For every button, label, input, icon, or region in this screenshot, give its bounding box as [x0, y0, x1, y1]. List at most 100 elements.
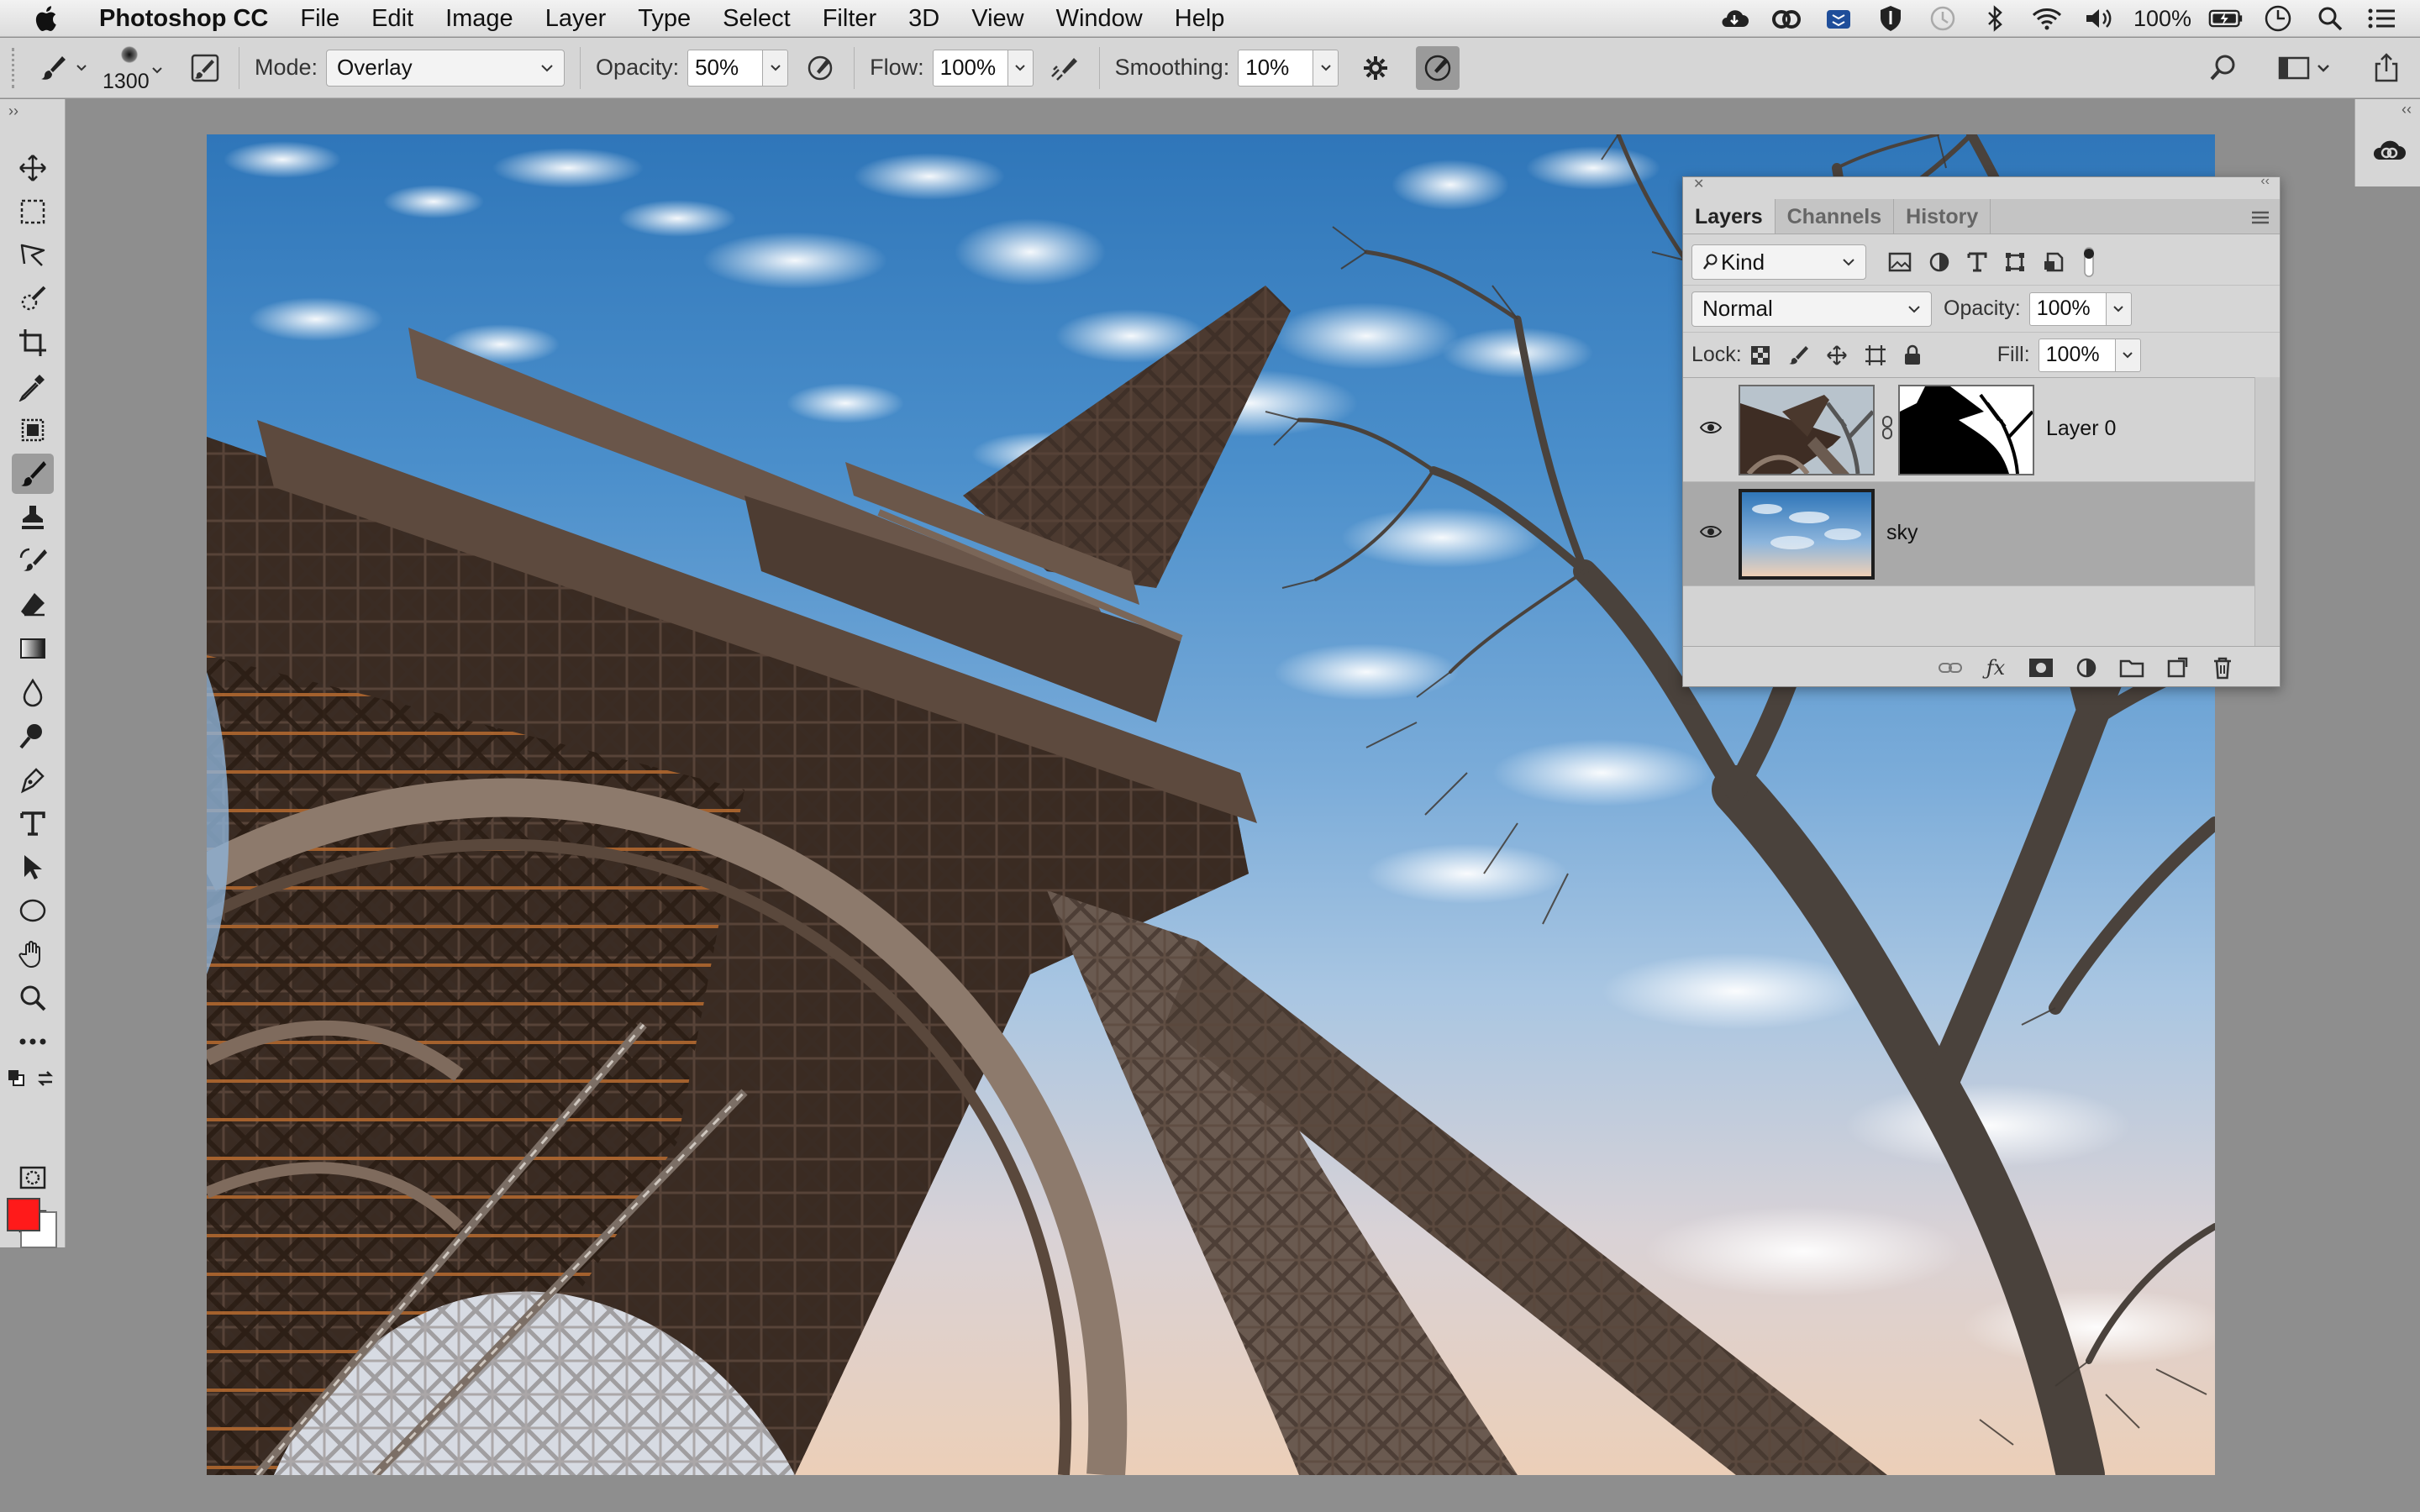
- share-icon[interactable]: [2368, 50, 2405, 87]
- tab-channels[interactable]: Channels: [1776, 199, 1895, 234]
- lasso-tool[interactable]: [12, 235, 54, 276]
- new-layer-icon[interactable]: [2164, 654, 2191, 681]
- layer-row-layer-0[interactable]: Layer 0: [1683, 378, 2254, 482]
- search-icon[interactable]: [2205, 50, 2242, 87]
- default-colors-icon[interactable]: [7, 1068, 25, 1087]
- menu-view[interactable]: View: [955, 0, 1039, 37]
- clock-icon[interactable]: [2260, 3, 2296, 34]
- eraser-tool[interactable]: [12, 585, 54, 625]
- expand-tools-icon[interactable]: ››: [8, 102, 18, 120]
- layer-row-sky[interactable]: sky: [1683, 482, 2254, 586]
- fill-slider-button[interactable]: [2115, 338, 2141, 372]
- spot-healing-brush-tool[interactable]: [12, 410, 54, 450]
- visibility-eye-icon[interactable]: [1700, 524, 1722, 539]
- lock-position-icon[interactable]: [1826, 344, 1848, 366]
- smoothing-input[interactable]: 10%: [1238, 49, 1314, 87]
- ellipse-tool[interactable]: [12, 890, 54, 931]
- layer-filter-kind-select[interactable]: Kind: [1691, 244, 1866, 280]
- opacity-input[interactable]: 50%: [687, 49, 764, 87]
- workspace-switcher-icon[interactable]: [2275, 50, 2334, 87]
- lock-image-pixels-icon[interactable]: [1787, 344, 1809, 366]
- menu-file[interactable]: File: [284, 0, 355, 37]
- cloud-sync-icon[interactable]: [1717, 3, 1752, 34]
- layer-name[interactable]: Layer 0: [2046, 417, 2116, 441]
- notification-center-icon[interactable]: [2365, 3, 2400, 34]
- brush-tool-preset-icon[interactable]: [35, 50, 72, 87]
- eyedropper-tool[interactable]: [12, 366, 54, 407]
- clone-stamp-tool[interactable]: [12, 497, 54, 538]
- blur-tool[interactable]: [12, 672, 54, 712]
- apple-menu-icon[interactable]: [30, 2, 64, 35]
- layer-opacity-input[interactable]: 100%: [2028, 291, 2107, 326]
- move-tool[interactable]: [12, 148, 54, 188]
- tab-history[interactable]: History: [1894, 199, 1991, 234]
- swap-colors-icon[interactable]: [35, 1068, 55, 1089]
- layer-name[interactable]: sky: [1886, 521, 1918, 545]
- smoothing-options-gear-icon[interactable]: [1357, 50, 1394, 87]
- mask-link-chain-icon[interactable]: [1881, 415, 1893, 440]
- pressure-opacity-icon[interactable]: [802, 50, 839, 87]
- collapse-panel-icon[interactable]: ‹‹: [2260, 174, 2270, 189]
- time-machine-icon[interactable]: [1925, 3, 1960, 34]
- gradient-tool[interactable]: [12, 628, 54, 669]
- menu-layer[interactable]: Layer: [529, 0, 623, 37]
- wifi-icon[interactable]: [2029, 3, 2065, 34]
- rectangular-marquee-tool[interactable]: [12, 192, 54, 232]
- battery-icon[interactable]: [2208, 3, 2244, 34]
- bluetooth-icon[interactable]: [1977, 3, 2012, 34]
- lock-transparent-pixels-icon[interactable]: [1750, 345, 1770, 365]
- flow-slider-button[interactable]: [1007, 49, 1034, 87]
- layer-mask-thumbnail[interactable]: [1898, 385, 2034, 475]
- filter-toggle-icon[interactable]: [2081, 246, 2096, 278]
- options-bar-grip[interactable]: [12, 47, 20, 88]
- blend-mode-select[interactable]: Normal: [1691, 291, 1932, 327]
- menu-3d[interactable]: 3D: [892, 0, 955, 37]
- dodge-tool[interactable]: [12, 716, 54, 756]
- type-tool[interactable]: [12, 803, 54, 843]
- pressure-size-icon[interactable]: [1416, 45, 1460, 90]
- security-shield-icon[interactable]: [1873, 3, 1908, 34]
- shape-layer-filter-icon[interactable]: [2004, 251, 2026, 273]
- panel-menu-icon[interactable]: [2251, 211, 2270, 224]
- collapse-panels-icon[interactable]: ‹‹: [2402, 101, 2412, 118]
- zoom-tool[interactable]: [12, 978, 54, 1018]
- lock-artboard-icon[interactable]: [1865, 344, 1886, 366]
- layer-thumbnail[interactable]: [1739, 385, 1875, 475]
- brush-settings-panel-icon[interactable]: [187, 50, 224, 87]
- creative-cloud-icon[interactable]: [1769, 3, 1804, 34]
- layer-style-fx-icon[interactable]: ƒx: [1982, 654, 2009, 681]
- spotlight-search-icon[interactable]: [2312, 3, 2348, 34]
- brush-preset-dropdown-icon[interactable]: [72, 50, 91, 87]
- opacity-slider-button[interactable]: [763, 49, 789, 87]
- smoothing-slider-button[interactable]: [1313, 49, 1339, 87]
- hand-tool[interactable]: [12, 934, 54, 974]
- delete-layer-trash-icon[interactable]: [2209, 654, 2236, 681]
- visibility-eye-icon[interactable]: [1700, 420, 1722, 435]
- airbrush-icon[interactable]: [1047, 50, 1084, 87]
- pixel-layer-filter-icon[interactable]: [1888, 251, 1912, 273]
- more-tools-icon[interactable]: [12, 1021, 54, 1062]
- menu-type[interactable]: Type: [622, 0, 707, 37]
- flow-input[interactable]: 100%: [932, 49, 1008, 87]
- pen-tool[interactable]: [12, 759, 54, 800]
- quick-mask-icon[interactable]: [12, 1158, 54, 1198]
- dropbox-icon[interactable]: [1821, 3, 1856, 34]
- menu-edit[interactable]: Edit: [355, 0, 429, 37]
- fill-input[interactable]: 100%: [2038, 338, 2116, 372]
- brush-tool[interactable]: [12, 454, 54, 494]
- type-layer-filter-icon[interactable]: [1967, 251, 1987, 273]
- brush-size-picker[interactable]: 1300: [96, 38, 165, 98]
- mode-select[interactable]: Overlay: [326, 49, 566, 87]
- add-layer-mask-icon[interactable]: [2028, 654, 2054, 681]
- foreground-color-swatch[interactable]: [7, 1198, 40, 1231]
- link-layers-icon[interactable]: [1937, 654, 1964, 681]
- close-icon[interactable]: ✕: [1693, 176, 1704, 192]
- adjustment-layer-filter-icon[interactable]: [1928, 251, 1950, 273]
- new-group-folder-icon[interactable]: [2118, 654, 2145, 681]
- menu-window[interactable]: Window: [1040, 0, 1159, 37]
- libraries-panel-icon[interactable]: [2370, 138, 2407, 163]
- layer-thumbnail[interactable]: [1739, 489, 1875, 580]
- crop-tool[interactable]: [12, 323, 54, 363]
- tab-layers[interactable]: Layers: [1683, 199, 1776, 234]
- quick-selection-tool[interactable]: [12, 279, 54, 319]
